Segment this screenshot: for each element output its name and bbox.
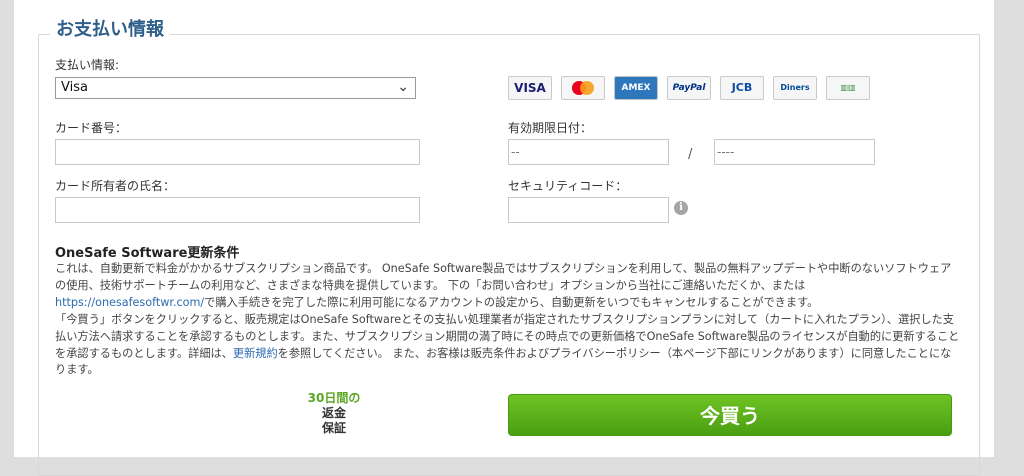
money-back-guarantee: 30日間の 返金 保証 (294, 391, 374, 436)
security-code-label: セキュリティコード： (508, 179, 628, 193)
holder-name-input[interactable] (55, 197, 420, 223)
terms-text-1: これは、自動更新で料金がかかるサブスクリプション商品です。 OneSafe So… (55, 262, 952, 292)
card-number-input[interactable] (55, 139, 420, 165)
info-icon[interactable]: i (674, 201, 688, 215)
terms-paragraph-1: これは、自動更新で料金がかかるサブスクリプション商品です。 OneSafe So… (55, 261, 961, 311)
buy-now-button[interactable]: 今買う (508, 394, 952, 436)
paypal-card-icon: PayPal (667, 76, 711, 100)
payment-panel: お支払い情報 支払い情報: Visa ⌄ VISA AMEX PayPal JC… (14, 0, 994, 476)
terms-title: OneSafe Software更新条件 (55, 246, 240, 261)
renewal-terms-link[interactable]: 更新規約 (233, 347, 278, 360)
security-code-input[interactable] (508, 197, 669, 223)
visa-card-icon: VISA (508, 76, 552, 100)
holder-name-label: カード所有者の氏名： (55, 179, 176, 193)
expiry-separator: / (688, 147, 693, 162)
terms-text-1b: で購入手続きを完了した際に利用可能になるアカウントの設定から、自動更新をいつでも… (204, 295, 819, 309)
expiry-month-input[interactable]: -- (508, 139, 669, 165)
section-title: お支払い情報 (50, 17, 170, 43)
expiry-label: 有効期限日付： (508, 121, 593, 135)
payment-method-label: 支払い情報: (55, 58, 120, 72)
diners-card-icon: Diners (773, 76, 817, 100)
chevron-down-icon: ⌄ (397, 79, 409, 95)
card-number-label: カード番号： (55, 121, 128, 135)
guarantee-line-3: 保証 (321, 421, 346, 435)
payment-method-value: Visa (61, 80, 88, 95)
boleto-card-icon: ▥▥ (826, 76, 870, 100)
expiry-year-input[interactable]: ---- (714, 139, 875, 165)
guarantee-line-1: 30日間の (307, 391, 361, 405)
payment-method-select[interactable]: Visa ⌄ (55, 77, 416, 99)
site-link[interactable]: https://onesafesoftwr.com/ (55, 296, 204, 309)
mastercard-card-icon (561, 76, 605, 100)
guarantee-line-2: 返金 (321, 406, 346, 420)
amex-card-icon: AMEX (614, 76, 658, 100)
jcb-card-icon: JCB (720, 76, 764, 100)
terms-paragraph-2: 「今買う」ボタンをクリックすると、販売規定はOneSafe Softwareとそ… (55, 312, 961, 379)
